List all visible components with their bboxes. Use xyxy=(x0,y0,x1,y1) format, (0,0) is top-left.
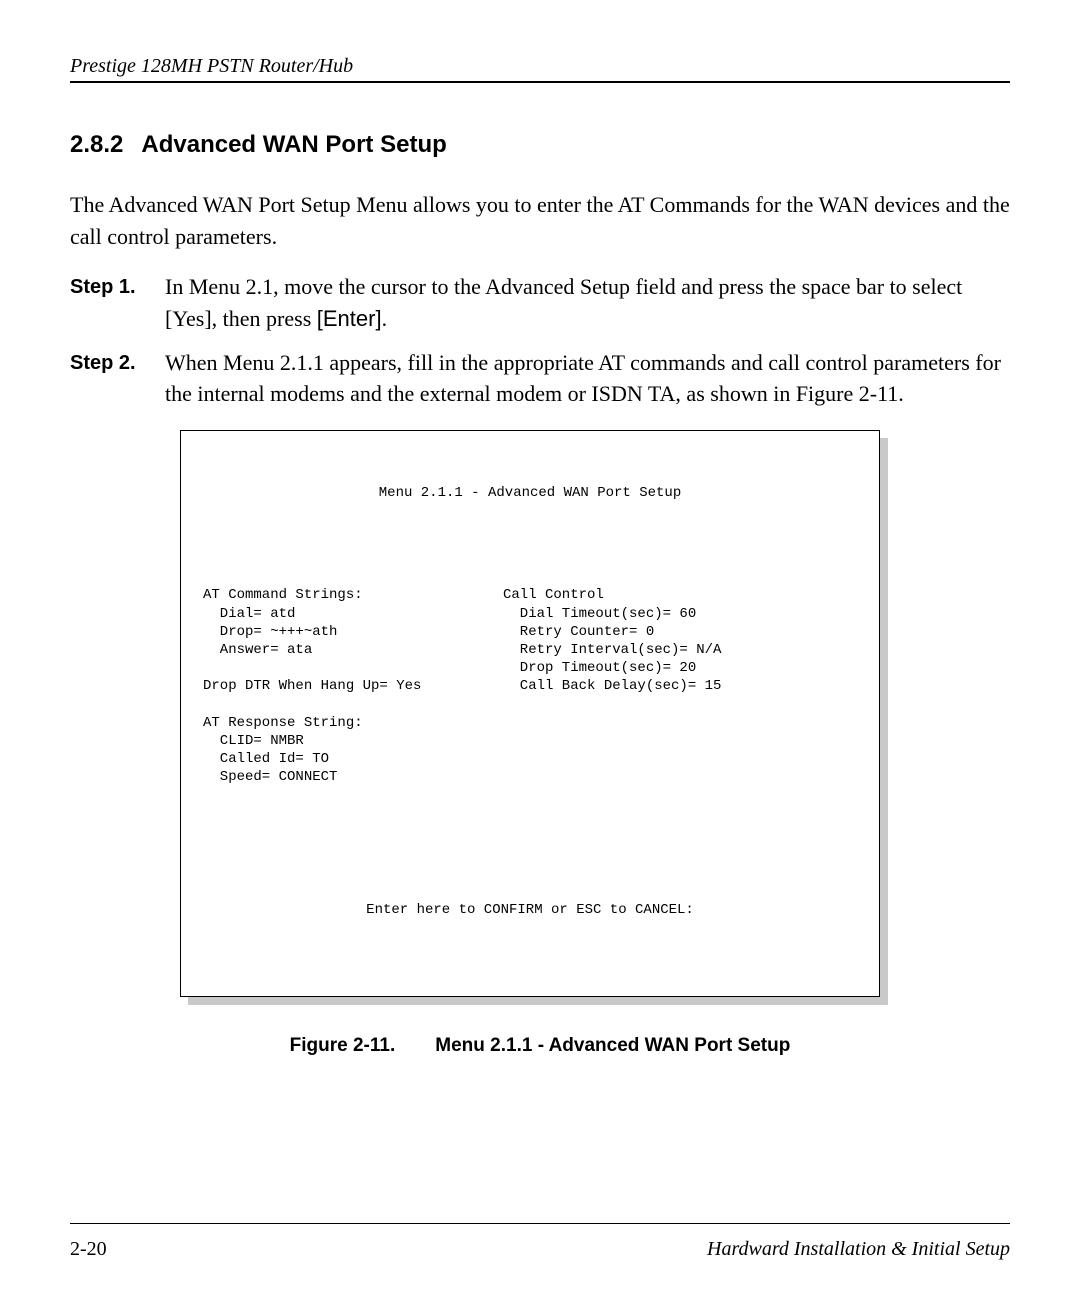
step-text: When Menu 2.1.1 appears, fill in the app… xyxy=(165,350,1001,407)
step-label: Step 2. xyxy=(70,347,165,411)
page: Prestige 128MH PSTN Router/Hub 2.8.2 Adva… xyxy=(0,0,1080,1311)
terminal-col-right: Call Control Dial Timeout(sec)= 60 Retry… xyxy=(503,586,857,786)
section-heading: 2.8.2 Advanced WAN Port Setup xyxy=(70,131,1010,159)
terminal-title: Menu 2.1.1 - Advanced WAN Port Setup xyxy=(203,484,857,502)
running-header: Prestige 128MH PSTN Router/Hub xyxy=(70,55,1010,83)
step-text-tail: . xyxy=(382,306,388,331)
figure-caption: Figure 2-11. Menu 2.1.1 - Advanced WAN Po… xyxy=(70,1035,1010,1057)
terminal-inner: Menu 2.1.1 - Advanced WAN Port Setup AT … xyxy=(180,430,880,996)
at-cmd-header: AT Command Strings: xyxy=(203,587,363,603)
resp-called: Called Id= TO xyxy=(203,751,329,767)
call-control-header: Call Control xyxy=(503,587,604,603)
section-title: Advanced WAN Port Setup xyxy=(141,131,446,158)
retry-interval: Retry Interval(sec)= N/A xyxy=(503,642,721,658)
terminal-screenshot: Menu 2.1.1 - Advanced WAN Port Setup AT … xyxy=(180,430,880,996)
figure-text: Menu 2.1.1 - Advanced WAN Port Setup xyxy=(435,1035,790,1056)
terminal-columns: AT Command Strings: Dial= atd Drop= ~+++… xyxy=(203,586,857,786)
section-number: 2.8.2 xyxy=(70,131,123,158)
step-label: Step 1. xyxy=(70,271,165,335)
resp-clid: CLID= NMBR xyxy=(203,733,304,749)
drop-dtr: Drop DTR When Hang Up= Yes xyxy=(203,678,421,694)
drop-timeout: Drop Timeout(sec)= 20 xyxy=(503,660,696,676)
step-text: In Menu 2.1, move the cursor to the Adva… xyxy=(165,274,962,331)
terminal-footer: Enter here to CONFIRM or ESC to CANCEL: xyxy=(203,901,857,919)
page-footer: 2-20 Hardward Installation & Initial Set… xyxy=(70,1223,1010,1261)
resp-speed: Speed= CONNECT xyxy=(203,769,337,785)
footer-section: Hardward Installation & Initial Setup xyxy=(707,1238,1010,1261)
at-answer: Answer= ata xyxy=(203,642,312,658)
step-body: When Menu 2.1.1 appears, fill in the app… xyxy=(165,347,1010,411)
at-dial: Dial= atd xyxy=(203,606,295,622)
dial-timeout: Dial Timeout(sec)= 60 xyxy=(503,606,696,622)
step-row-2: Step 2. When Menu 2.1.1 appears, fill in… xyxy=(70,347,1010,411)
step-row-1: Step 1. In Menu 2.1, move the cursor to … xyxy=(70,271,1010,335)
page-number: 2-20 xyxy=(70,1238,107,1261)
at-drop: Drop= ~+++~ath xyxy=(203,624,337,640)
terminal-col-left: AT Command Strings: Dial= atd Drop= ~+++… xyxy=(203,586,503,786)
figure-label: Figure 2-11. xyxy=(290,1035,396,1056)
enter-key: [Enter] xyxy=(317,306,382,331)
retry-counter: Retry Counter= 0 xyxy=(503,624,654,640)
callback-delay: Call Back Delay(sec)= 15 xyxy=(503,678,721,694)
intro-paragraph: The Advanced WAN Port Setup Menu allows … xyxy=(70,189,1010,253)
step-body: In Menu 2.1, move the cursor to the Adva… xyxy=(165,271,1010,335)
at-resp-header: AT Response String: xyxy=(203,715,363,731)
